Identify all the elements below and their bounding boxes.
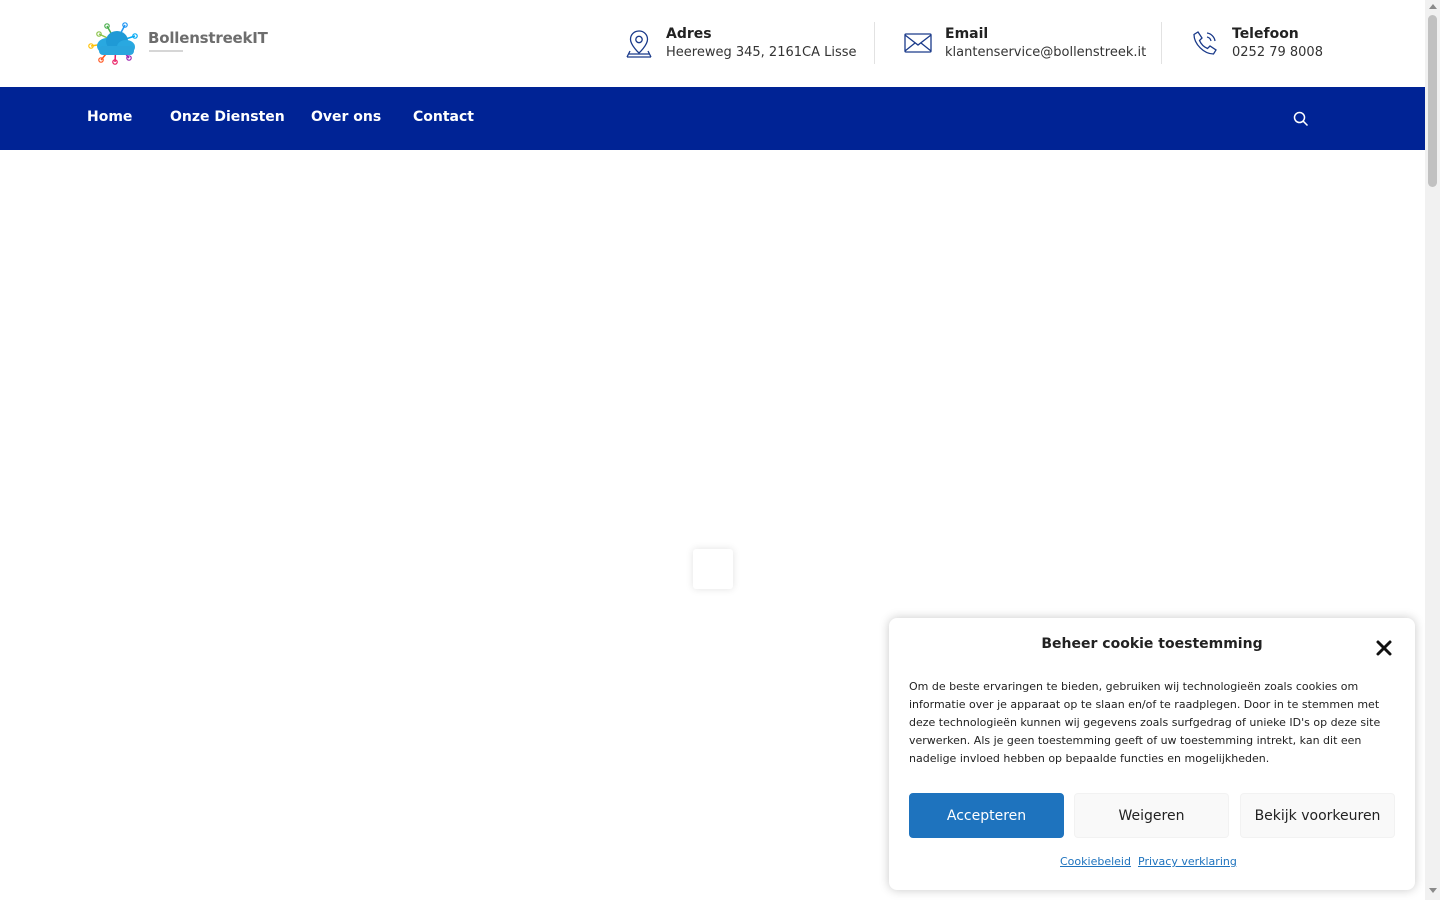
deny-cookies-button[interactable]: Weigeren (1074, 793, 1229, 838)
scroll-down-arrow-icon[interactable] (1429, 888, 1437, 893)
close-icon[interactable] (1375, 639, 1393, 657)
cookie-dialog-text: Om de beste ervaringen te bieden, gebrui… (909, 680, 1381, 765)
brand-tagline-decoration (149, 50, 183, 52)
address-title: Adres (666, 26, 712, 42)
envelope-icon (903, 28, 933, 58)
address-value: Heereweg 345, 2161CA Lisse (666, 45, 857, 60)
privacy-statement-link[interactable]: Privacy verklaring (1138, 855, 1237, 868)
phone-icon (1190, 28, 1220, 58)
brand-name: BollenstreekIT (148, 29, 268, 47)
cookie-consent-dialog: Beheer cookie toestemming Om de beste er… (889, 618, 1415, 890)
site-logo[interactable]: BollenstreekIT (87, 22, 268, 66)
cookie-policy-link[interactable]: Cookiebeleid (1060, 855, 1131, 868)
phone-title: Telefoon (1232, 26, 1299, 42)
accept-cookies-button[interactable]: Accepteren (909, 793, 1064, 838)
phone-value[interactable]: 0252 79 8008 (1232, 44, 1323, 62)
main-nav: Home Onze Diensten Over ons Contact (0, 87, 1425, 150)
nav-item-onze-diensten[interactable]: Onze Diensten (170, 109, 285, 125)
header-divider (874, 22, 875, 64)
email-title: Email (945, 26, 989, 42)
nav-item-contact[interactable]: Contact (413, 109, 474, 125)
nav-item-home[interactable]: Home (87, 109, 132, 125)
scroll-up-arrow-icon[interactable] (1429, 4, 1437, 9)
cookie-dialog-title: Beheer cookie toestemming (1041, 636, 1263, 652)
contact-address: Adres Heereweg 345, 2161CA Lisse (624, 22, 857, 64)
search-icon[interactable] (1292, 110, 1310, 128)
scrollbar-thumb[interactable] (1428, 15, 1437, 187)
page-loader (693, 549, 733, 589)
contact-email[interactable]: Email klantenservice@bollenstreek.it (903, 22, 1146, 64)
contact-phone[interactable]: Telefoon 0252 79 8008 (1190, 22, 1323, 64)
map-pin-icon (624, 28, 654, 58)
email-value[interactable]: klantenservice@bollenstreek.it (945, 44, 1146, 62)
nav-item-over-ons[interactable]: Over ons (311, 109, 381, 125)
view-preferences-button[interactable]: Bekijk voorkeuren (1240, 793, 1395, 838)
page-scrollbar[interactable] (1425, 0, 1440, 900)
header-divider (1161, 22, 1162, 64)
site-header: BollenstreekIT Adres Heereweg 345, 2161C… (0, 0, 1425, 87)
cloud-logo-icon (88, 22, 138, 65)
